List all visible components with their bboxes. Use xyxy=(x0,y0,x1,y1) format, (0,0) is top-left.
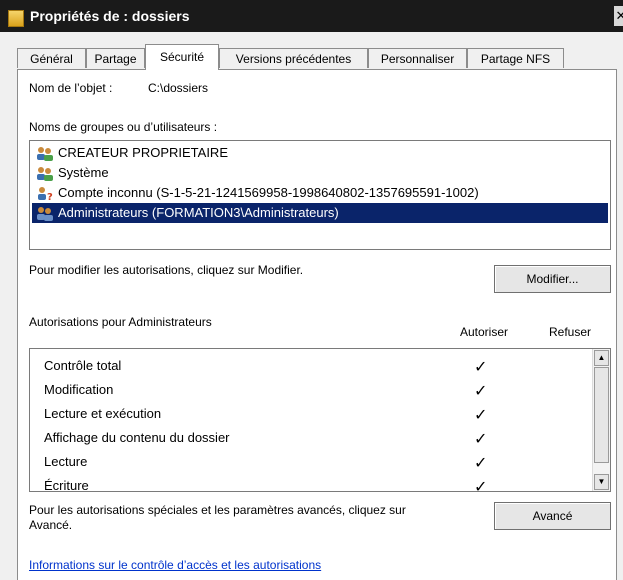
permission-row: Modification ✓ xyxy=(44,379,584,403)
tab-partage-nfs[interactable]: Partage NFS xyxy=(467,48,564,68)
list-item-systeme[interactable]: Système xyxy=(32,163,608,183)
allow-check-icon: ✓ xyxy=(474,383,488,400)
advanced-hint-line2: Avancé. xyxy=(29,518,73,532)
allow-check-icon: ✓ xyxy=(474,431,488,448)
permission-name: Contrôle total xyxy=(44,358,122,373)
allow-check-icon: ✓ xyxy=(474,479,488,492)
modify-button[interactable]: Modifier... xyxy=(494,265,611,293)
allow-check-icon: ✓ xyxy=(474,359,488,376)
permission-name: Lecture xyxy=(44,454,88,469)
column-allow-header: Autoriser xyxy=(460,325,509,339)
scroll-up-arrow-icon[interactable]: ▲ xyxy=(594,350,609,366)
unknown-user-icon: ? xyxy=(38,187,53,201)
groups-listbox[interactable]: CREATEUR PROPRIETAIRE Système ? Compte i… xyxy=(29,140,611,250)
permission-row: Lecture ✓ xyxy=(44,451,584,475)
list-item-label: CREATEUR PROPRIETAIRE xyxy=(58,145,228,160)
permission-name: Lecture et exécution xyxy=(44,406,162,421)
modify-hint: Pour modifier les autorisations, cliquez… xyxy=(29,263,304,277)
users-icon xyxy=(37,167,53,181)
users-icon xyxy=(37,207,53,221)
list-item-administrateurs[interactable]: Administrateurs (FORMATION3\Administrate… xyxy=(32,203,608,223)
permissions-list[interactable]: Contrôle total ✓ Modification ✓ Lecture … xyxy=(29,348,611,492)
window-title: Propriétés de : dossiers xyxy=(30,8,190,24)
tab-versions-precedentes[interactable]: Versions précédentes xyxy=(219,48,368,68)
scroll-thumb[interactable] xyxy=(594,367,609,463)
permission-row: Écriture ✓ xyxy=(44,475,584,492)
tab-partage[interactable]: Partage xyxy=(86,48,145,68)
list-item-label: Administrateurs (FORMATION3\Administrate… xyxy=(58,205,339,220)
object-name-label: Nom de l’objet : xyxy=(29,81,113,95)
allow-check-icon: ✓ xyxy=(474,407,488,424)
users-icon xyxy=(37,147,53,161)
object-name-value: C:\dossiers xyxy=(148,81,209,95)
title-bar: Propriétés de : dossiers ✕ xyxy=(0,0,623,32)
permission-row: Lecture et exécution ✓ xyxy=(44,403,584,427)
folder-icon xyxy=(8,10,24,27)
permission-row: Contrôle total ✓ xyxy=(44,355,584,379)
permissions-label: Autorisations pour Administrateurs xyxy=(29,315,212,329)
tab-general[interactable]: Général xyxy=(17,48,86,68)
access-control-info-link[interactable]: Informations sur le contrôle d’accès et … xyxy=(29,558,321,572)
list-item-compte-inconnu[interactable]: ? Compte inconnu (S-1-5-21-1241569958-19… xyxy=(32,183,608,203)
column-deny-header: Refuser xyxy=(549,325,592,339)
tab-personnaliser[interactable]: Personnaliser xyxy=(368,48,467,68)
permission-name: Modification xyxy=(44,382,114,397)
list-item-label: Système xyxy=(58,165,109,180)
advanced-hint-line1: Pour les autorisations spéciales et les … xyxy=(29,503,406,517)
groups-label: Noms de groupes ou d’utilisateurs : xyxy=(29,120,218,134)
advanced-button[interactable]: Avancé xyxy=(494,502,611,530)
scroll-down-arrow-icon[interactable]: ▼ xyxy=(594,474,609,490)
tab-securite[interactable]: Sécurité xyxy=(145,44,219,70)
svg-text:?: ? xyxy=(47,192,53,201)
close-button[interactable]: ✕ xyxy=(614,6,623,26)
permission-name: Écriture xyxy=(44,478,89,492)
allow-check-icon: ✓ xyxy=(474,455,488,472)
list-item-label: Compte inconnu (S-1-5-21-1241569958-1998… xyxy=(58,185,479,200)
permissions-scrollbar[interactable]: ▲ ▼ xyxy=(592,349,610,491)
permission-name: Affichage du contenu du dossier xyxy=(44,430,230,445)
permission-row: Affichage du contenu du dossier ✓ xyxy=(44,427,584,451)
list-item-createur-proprietaire[interactable]: CREATEUR PROPRIETAIRE xyxy=(32,143,608,163)
